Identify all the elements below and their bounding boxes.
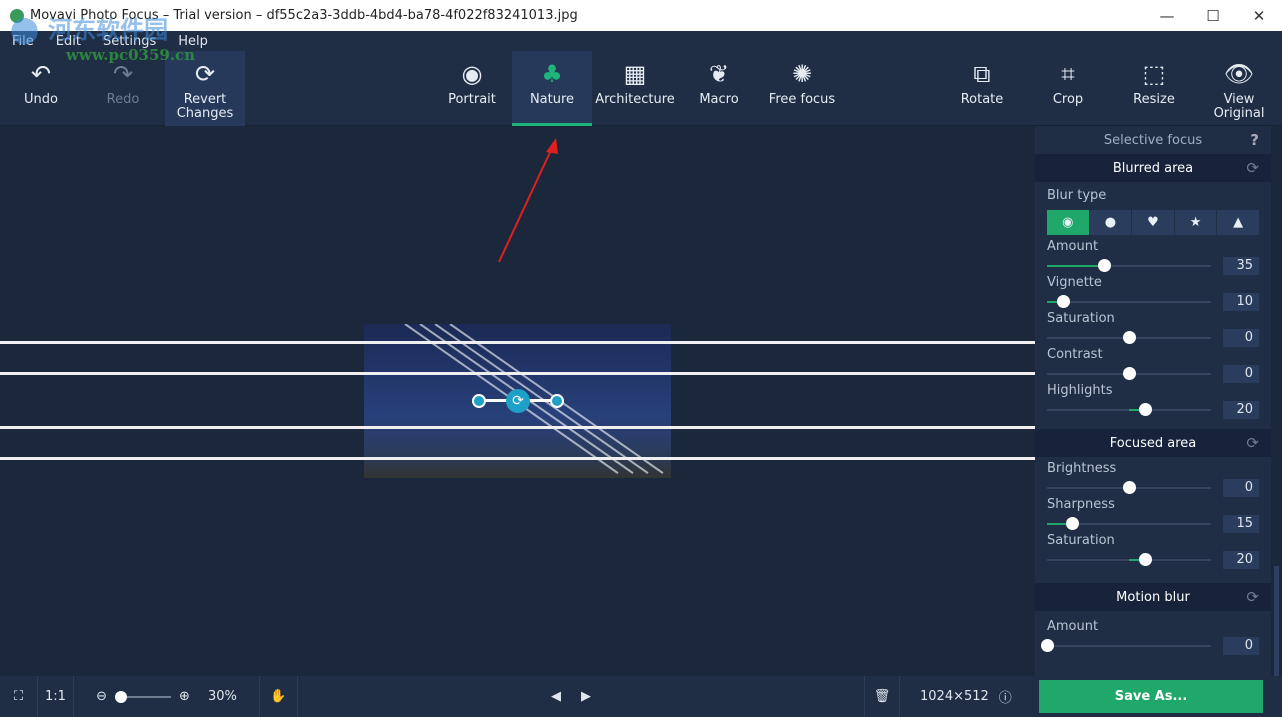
slider-knob[interactable] — [1065, 517, 1079, 530]
slider-row: 20 — [1035, 551, 1271, 569]
slider-highlights[interactable] — [1047, 403, 1211, 416]
slider-row: 10 — [1035, 293, 1271, 311]
slider-row: 35 — [1035, 257, 1271, 275]
slider-knob[interactable] — [1123, 481, 1136, 494]
slider-knob[interactable] — [1139, 403, 1153, 416]
slider-brightness[interactable] — [1047, 481, 1211, 494]
next-image-icon[interactable]: ▶ — [581, 689, 591, 704]
blur-triangle-icon[interactable]: ▲ — [1217, 210, 1259, 235]
slider-knob[interactable] — [1139, 553, 1153, 566]
slider-row: 0 — [1035, 365, 1271, 383]
help-icon[interactable]: ? — [1250, 131, 1259, 149]
slider-knob[interactable] — [1123, 367, 1136, 380]
zoom-slider[interactable] — [115, 690, 172, 703]
slider-knob[interactable] — [1123, 331, 1136, 344]
section-blurred-area: Blurred area ⟳ — [1035, 154, 1271, 182]
slider-value[interactable]: 0 — [1223, 365, 1259, 383]
fullscreen-icon: ⛶ — [13, 689, 24, 704]
slider-value[interactable]: 15 — [1223, 515, 1259, 533]
slider-label: Saturation — [1047, 311, 1115, 326]
slider-row: 0 — [1035, 479, 1271, 497]
reset-icon[interactable]: ⟳ — [1246, 159, 1259, 177]
watermark-url: www.pc0359.cn — [66, 46, 196, 64]
slider-label: Brightness — [1047, 461, 1117, 476]
slider-label: Sharpness — [1047, 497, 1115, 512]
slider-value[interactable]: 20 — [1223, 401, 1259, 419]
panel-scrollbar[interactable] — [1271, 126, 1282, 676]
slider-row: 0 — [1035, 329, 1271, 347]
panel-title: Selective focus? — [1035, 126, 1271, 154]
settings-panel: Selective focus? Blurred area ⟳ Blur type… — [1035, 126, 1271, 676]
section-focused-area: Focused area ⟳ — [1035, 429, 1271, 457]
slider-saturation[interactable] — [1047, 553, 1211, 566]
slider-label: Contrast — [1047, 347, 1103, 362]
slider-value[interactable]: 0 — [1223, 479, 1259, 497]
reset-icon[interactable]: ⟳ — [1246, 588, 1259, 606]
blur-bokeh-icon[interactable]: ● — [1089, 210, 1132, 235]
slider-row: 15 — [1035, 515, 1271, 533]
blur-type-label: Blur type — [1047, 188, 1107, 203]
slider-amount[interactable] — [1047, 259, 1211, 272]
section-motion-blur: Motion blur ⟳ — [1035, 583, 1271, 611]
blur-star-icon[interactable]: ★ — [1174, 210, 1217, 235]
actual-size-button[interactable]: 1:1 — [38, 676, 74, 717]
slider-amount[interactable] — [1041, 639, 1211, 652]
slider-label: Highlights — [1047, 383, 1113, 398]
reset-icon[interactable]: ⟳ — [1246, 434, 1259, 452]
slider-knob[interactable] — [1057, 295, 1071, 308]
delete-icon[interactable]: 🗑 — [864, 676, 900, 717]
fit-screen-button[interactable]: ⛶ — [0, 676, 38, 717]
slider-label: Amount — [1047, 619, 1099, 634]
previous-image-icon[interactable]: ◀ — [551, 689, 561, 704]
slider-label: Saturation — [1047, 533, 1115, 548]
slider-vignette[interactable] — [1047, 295, 1211, 308]
slider-label: Vignette — [1047, 275, 1102, 290]
slider-value[interactable]: 0 — [1223, 637, 1259, 655]
slider-row: 20 — [1035, 401, 1271, 419]
zoom-control: ⊖ ⊕ 30% — [74, 676, 260, 717]
slider-value[interactable]: 20 — [1223, 551, 1259, 569]
blur-circle-icon[interactable]: ◉ — [1047, 210, 1089, 235]
slider-row: 0 — [1035, 637, 1271, 655]
blur-heart-icon[interactable]: ♥ — [1132, 210, 1174, 235]
save-as-button[interactable]: Save As... — [1039, 680, 1263, 713]
slider-contrast[interactable] — [1047, 367, 1211, 380]
slider-value[interactable]: 10 — [1223, 293, 1259, 311]
slider-sharpness[interactable] — [1047, 517, 1211, 530]
blur-type-selector: ◉ ● ♥ ★ ▲ — [1047, 210, 1259, 235]
zoom-in-icon[interactable]: ⊕ — [179, 689, 190, 704]
slider-value[interactable]: 35 — [1223, 257, 1259, 275]
slider-knob[interactable] — [1098, 259, 1112, 272]
slider-saturation[interactable] — [1047, 331, 1211, 344]
zoom-out-icon[interactable]: ⊖ — [96, 689, 107, 704]
image-dimensions: 1024×512 — [920, 689, 989, 704]
slider-knob[interactable] — [1041, 639, 1054, 652]
slider-label: Amount — [1047, 239, 1099, 254]
info-icon[interactable]: ⓘ — [999, 687, 1012, 706]
slider-value[interactable]: 0 — [1223, 329, 1259, 347]
zoom-level: 30% — [207, 689, 237, 704]
